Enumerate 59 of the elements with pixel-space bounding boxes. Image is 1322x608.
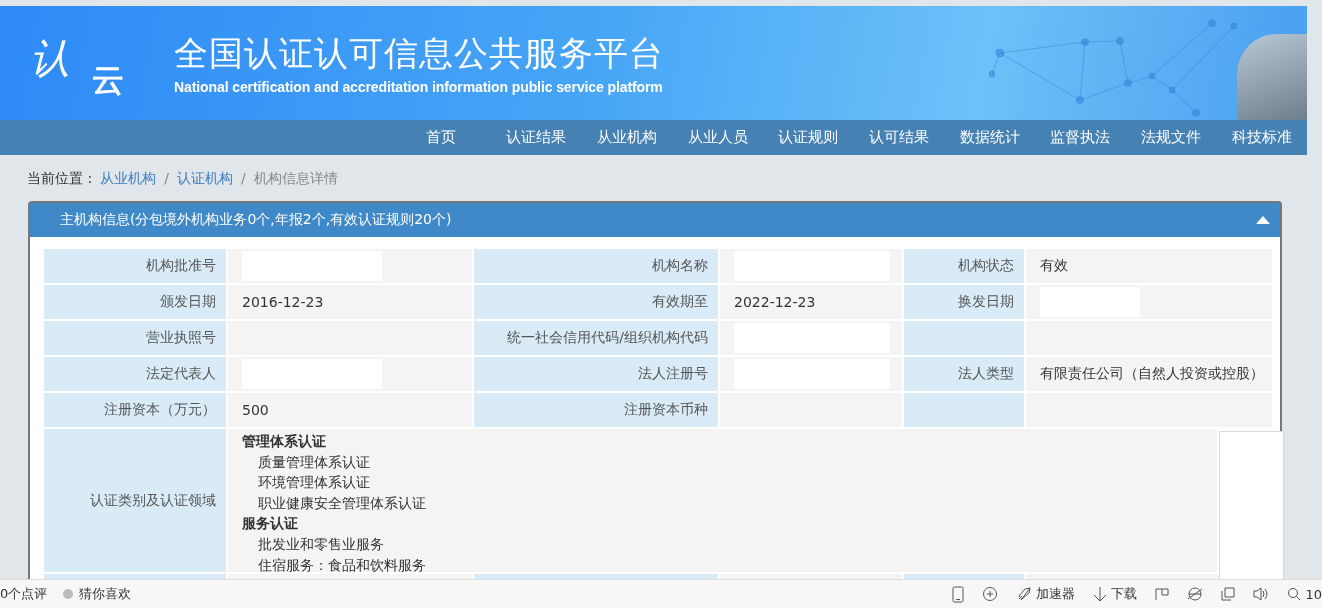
category-item: 批发业和零售业服务 <box>257 534 385 554</box>
nav-link[interactable]: 数据统计 <box>944 120 1035 155</box>
field-label-cell: 法定代表人 <box>44 357 226 391</box>
field-value: 2016-12-23 <box>242 294 324 310</box>
field-value: 500 <box>242 402 269 418</box>
field-label-cell: 统一社会信用代码/组织机构代码 <box>474 321 718 355</box>
field-value: 有限责任公司（自然人投资或控股） <box>1040 365 1264 383</box>
review-count[interactable]: 0个点评 <box>0 585 48 603</box>
field-label-cell: 认证类别及认证领域 <box>44 429 226 572</box>
field-label-cell: 营业执照号 <box>44 321 226 355</box>
nav-link[interactable]: 从业机构 <box>581 120 673 155</box>
field-label-cell: 法人注册号 <box>474 357 718 391</box>
nav-link[interactable]: 法规文件 <box>1125 120 1217 155</box>
field-label-cell: 注册资本币种 <box>474 393 718 427</box>
field-value: 2022-12-23 <box>734 294 816 310</box>
status-label[interactable]: 加速器 <box>1036 585 1076 603</box>
search-icon[interactable] <box>1287 587 1302 601</box>
breadcrumb-link[interactable]: 从业机构 <box>100 170 157 196</box>
collapse-icon[interactable] <box>1256 216 1270 224</box>
nav-link[interactable]: 科技标准 <box>1216 120 1307 155</box>
field-label-cell: 颁发日期 <box>44 285 226 319</box>
breadcrumb-current: 机构信息详情 <box>253 170 338 188</box>
category-item: 住宿服务：食品和饮料服务 <box>257 555 427 575</box>
site-subtitle: National certification and accreditation information public service platform <box>174 79 664 95</box>
dot-icon <box>63 589 74 599</box>
flag-icon[interactable] <box>1155 587 1170 601</box>
nav-link[interactable]: 认证规则 <box>762 120 854 155</box>
field-label-cell: 机构批准号 <box>44 249 226 283</box>
nav-link[interactable]: 监督执法 <box>1034 120 1126 155</box>
field-label-cell: 注册资本（万元） <box>44 393 226 427</box>
recommend-link[interactable]: 猜你喜欢 <box>79 585 132 603</box>
category-item: 环境管理体系认证 <box>257 473 371 493</box>
field-label-cell: 机构状态 <box>904 249 1024 283</box>
field-value: 有效 <box>1040 257 1068 275</box>
field-label-cell: 法人类型 <box>904 357 1024 391</box>
site-title: 全国认证认可信息公共服务平台 <box>174 32 664 75</box>
field-label-cell: 换发日期 <box>904 285 1024 319</box>
site-logo[interactable]: 认 云 <box>30 23 140 103</box>
nav-link[interactable]: 从业人员 <box>672 120 763 155</box>
category-item: 职业健康安全管理体系认证 <box>257 493 427 513</box>
status-label[interactable]: 10 <box>1305 586 1322 602</box>
breadcrumb-separator: / <box>240 170 246 188</box>
nav-link[interactable]: 首页 <box>400 120 481 155</box>
speaker-icon[interactable] <box>1253 586 1270 602</box>
category-heading: 服务认证 <box>242 514 299 534</box>
field-label-cell: 有效期至 <box>474 285 718 319</box>
category-item: 质量管理体系认证 <box>257 452 371 472</box>
nav-link[interactable]: 认可结果 <box>853 120 945 155</box>
download-icon[interactable] <box>1093 586 1108 602</box>
breadcrumb-label: 当前位置 : <box>27 170 93 188</box>
field-label-cell: 机构名称 <box>474 249 718 283</box>
phone-icon[interactable] <box>952 585 965 603</box>
category-heading: 管理体系认证 <box>242 432 327 451</box>
window-icon[interactable] <box>1221 587 1236 601</box>
breadcrumb-separator: / <box>164 170 169 188</box>
status-label[interactable]: 下载 <box>1111 585 1138 603</box>
breadcrumb-link[interactable]: 认证机构 <box>176 170 233 196</box>
nav-link[interactable]: 认证结果 <box>490 120 582 155</box>
panel-title: 主机构信息(分包境外机构业务0个,年报2个,有效认证规则20个) <box>60 211 453 229</box>
